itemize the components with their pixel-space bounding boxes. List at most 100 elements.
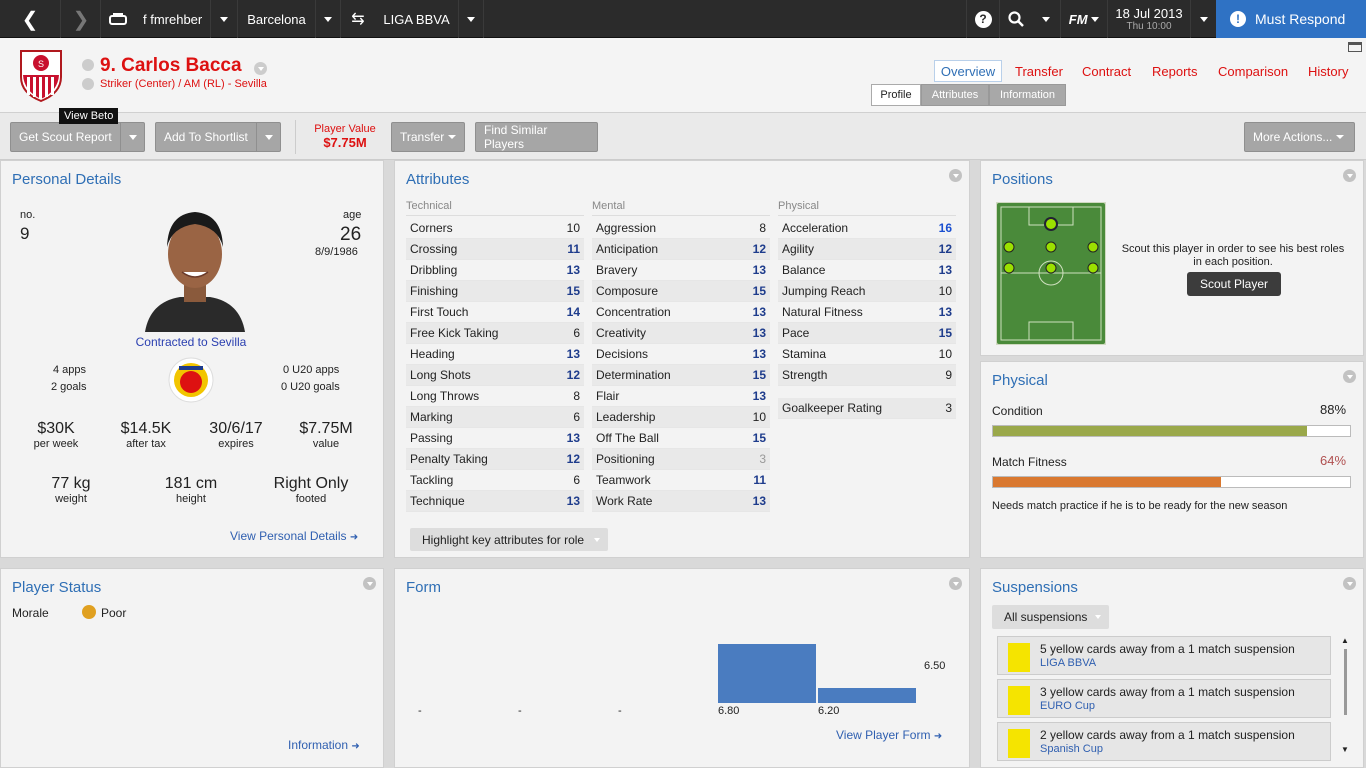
club-dropdown[interactable] — [316, 0, 340, 38]
window-icon[interactable] — [1348, 42, 1362, 52]
search-icon[interactable] — [1000, 0, 1032, 38]
chevron-down-icon[interactable] — [120, 123, 144, 151]
panel-menu-icon[interactable] — [1343, 577, 1356, 590]
attribute-row[interactable]: Tackling 6 — [406, 470, 584, 491]
attribute-row[interactable]: Acceleration 16 — [778, 218, 956, 239]
panel-menu-icon[interactable] — [1343, 169, 1356, 182]
attribute-row[interactable]: Concentration 13 — [592, 302, 770, 323]
tab-history[interactable]: History — [1308, 60, 1348, 82]
attribute-row[interactable]: Finishing 15 — [406, 281, 584, 302]
attribute-row[interactable]: Long Shots 12 — [406, 365, 584, 386]
add-to-shortlist-button[interactable]: Add To Shortlist — [155, 122, 281, 152]
expires-stat: 30/6/17 expires — [200, 420, 272, 450]
attribute-row[interactable]: Flair 13 — [592, 386, 770, 407]
league-dropdown[interactable] — [459, 0, 483, 38]
must-respond-button[interactable]: ! Must Respond — [1216, 0, 1366, 38]
attribute-row[interactable]: Leadership 10 — [592, 407, 770, 428]
chevron-down-icon[interactable] — [256, 123, 280, 151]
attribute-row[interactable]: Technique 13 — [406, 491, 584, 512]
scrollbar-thumb[interactable] — [1343, 649, 1347, 715]
national-team-badge-icon[interactable] — [167, 356, 215, 407]
find-similar-players-button[interactable]: Find Similar Players — [475, 122, 598, 152]
suspension-competition[interactable]: EURO Cup — [1040, 700, 1095, 712]
attribute-row[interactable]: Free Kick Taking 6 — [406, 323, 584, 344]
attribute-row[interactable]: Long Throws 8 — [406, 386, 584, 407]
swap-icon[interactable]: ⇆ — [341, 0, 375, 38]
suspensions-scrollbar[interactable]: ▲ ▼ — [1341, 636, 1349, 760]
attribute-row[interactable]: Bravery 13 — [592, 260, 770, 281]
contract-status[interactable]: Contracted to Sevilla — [100, 335, 282, 349]
manager-dropdown[interactable] — [211, 0, 237, 38]
attribute-row[interactable]: Stamina 10 — [778, 344, 956, 365]
attribute-row[interactable]: Jumping Reach 10 — [778, 281, 956, 302]
panel-menu-icon[interactable] — [1343, 370, 1356, 383]
attribute-row[interactable]: Dribbling 13 — [406, 260, 584, 281]
panel-menu-icon[interactable] — [363, 577, 376, 590]
attribute-row[interactable]: Creativity 13 — [592, 323, 770, 344]
scroll-up-icon[interactable]: ▲ — [1341, 636, 1349, 645]
attribute-row[interactable]: Heading 13 — [406, 344, 584, 365]
panel-menu-icon[interactable] — [949, 169, 962, 182]
player-up-icon[interactable] — [82, 59, 94, 71]
player-menu-icon[interactable] — [254, 62, 267, 75]
attribute-row[interactable]: Pace 15 — [778, 323, 956, 344]
search-dropdown[interactable] — [1032, 0, 1060, 38]
attribute-row[interactable]: Balance 13 — [778, 260, 956, 281]
attribute-row[interactable]: Corners 10 — [406, 218, 584, 239]
attribute-row[interactable]: Teamwork 11 — [592, 470, 770, 491]
tab-contract[interactable]: Contract — [1082, 60, 1131, 82]
attribute-row[interactable]: Penalty Taking 12 — [406, 449, 584, 470]
suspension-competition[interactable]: LIGA BBVA — [1040, 657, 1096, 669]
view-personal-details-link[interactable]: View Personal Details ➜ — [230, 529, 358, 543]
panel-menu-icon[interactable] — [949, 577, 962, 590]
scout-report-button[interactable]: Get Scout Report — [10, 122, 145, 152]
league-menu[interactable]: LIGA BBVA — [375, 0, 458, 38]
attribute-row[interactable]: Decisions 13 — [592, 344, 770, 365]
attribute-row[interactable]: Marking 6 — [406, 407, 584, 428]
subtab-profile[interactable]: Profile — [871, 84, 921, 106]
information-link[interactable]: Information ➜ — [288, 738, 360, 752]
attribute-row[interactable]: Crossing 11 — [406, 239, 584, 260]
attribute-row[interactable]: Passing 13 — [406, 428, 584, 449]
transfer-button[interactable]: Transfer — [391, 122, 465, 152]
tab-overview[interactable]: Overview — [934, 60, 1002, 82]
attribute-row[interactable]: Positioning 3 — [592, 449, 770, 470]
suspension-competition[interactable]: Spanish Cup — [1040, 743, 1103, 755]
home-icon[interactable] — [101, 0, 135, 38]
game-date[interactable]: 18 Jul 2013 Thu 10:00 — [1108, 0, 1190, 38]
tab-comparison[interactable]: Comparison — [1218, 60, 1288, 82]
subtab-information[interactable]: Information — [989, 84, 1066, 106]
club-menu[interactable]: Barcelona — [238, 0, 315, 38]
subtab-attributes[interactable]: Attributes — [921, 84, 989, 106]
forward-icon[interactable]: ❯ — [61, 0, 101, 38]
suspension-item[interactable]: 5 yellow cards away from a 1 match suspe… — [997, 636, 1331, 675]
highlight-attributes-button[interactable]: Highlight key attributes for role — [410, 528, 609, 551]
attribute-row[interactable]: Anticipation 12 — [592, 239, 770, 260]
view-player-form-link[interactable]: View Player Form ➜ — [836, 728, 942, 742]
form-bar[interactable] — [818, 688, 916, 703]
fm-menu[interactable]: FM — [1061, 0, 1107, 38]
attribute-row[interactable]: Natural Fitness 13 — [778, 302, 956, 323]
tab-transfer[interactable]: Transfer — [1015, 60, 1063, 82]
attribute-row[interactable]: Determination 15 — [592, 365, 770, 386]
scroll-down-icon[interactable]: ▼ — [1341, 745, 1349, 754]
attribute-row[interactable]: Work Rate 13 — [592, 491, 770, 512]
attribute-row[interactable]: First Touch 14 — [406, 302, 584, 323]
attribute-row[interactable]: Off The Ball 15 — [592, 428, 770, 449]
date-dropdown[interactable] — [1191, 0, 1216, 38]
suspension-item[interactable]: 3 yellow cards away from a 1 match suspe… — [997, 679, 1331, 718]
attribute-row[interactable]: Aggression 8 — [592, 218, 770, 239]
form-bar[interactable] — [718, 644, 816, 703]
back-icon[interactable]: ❮ — [0, 0, 60, 38]
scout-player-button[interactable]: Scout Player — [1187, 272, 1281, 296]
attribute-row[interactable]: Composure 15 — [592, 281, 770, 302]
more-actions-button[interactable]: More Actions... — [1244, 122, 1355, 152]
suspension-item[interactable]: 2 yellow cards away from a 1 match suspe… — [997, 722, 1331, 761]
tab-reports[interactable]: Reports — [1152, 60, 1198, 82]
suspensions-filter-dropdown[interactable]: All suspensions — [992, 605, 1110, 629]
manager-menu[interactable]: f fmrehber — [135, 0, 210, 38]
attribute-row[interactable]: Strength 9 — [778, 365, 956, 386]
attribute-row[interactable]: Agility 12 — [778, 239, 956, 260]
help-icon[interactable]: ? — [967, 0, 999, 38]
player-down-icon[interactable] — [82, 78, 94, 90]
